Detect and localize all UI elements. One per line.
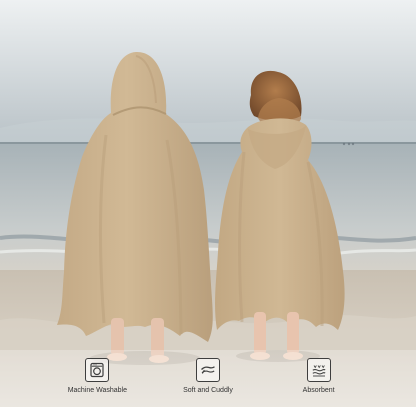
feature-label: Machine Washable (67, 387, 127, 394)
feature-label: Soft and Cuddly (183, 387, 233, 394)
feature-absorbent: Absorbent (274, 358, 364, 395)
washing-machine-icon (85, 358, 110, 382)
water-absorb-icon (306, 358, 331, 382)
feature-label: Absorbent (302, 387, 335, 394)
feature-strip: Machine Washable Soft and Cuddly Absorbe… (0, 350, 416, 407)
feature-machine-washable: Machine Washable (52, 358, 142, 395)
product-image: Machine Washable Soft and Cuddly Absorbe… (0, 0, 416, 407)
hand-icon (195, 358, 220, 382)
beach-scene (0, 0, 416, 407)
feature-soft-cuddly: Soft and Cuddly (163, 358, 253, 395)
